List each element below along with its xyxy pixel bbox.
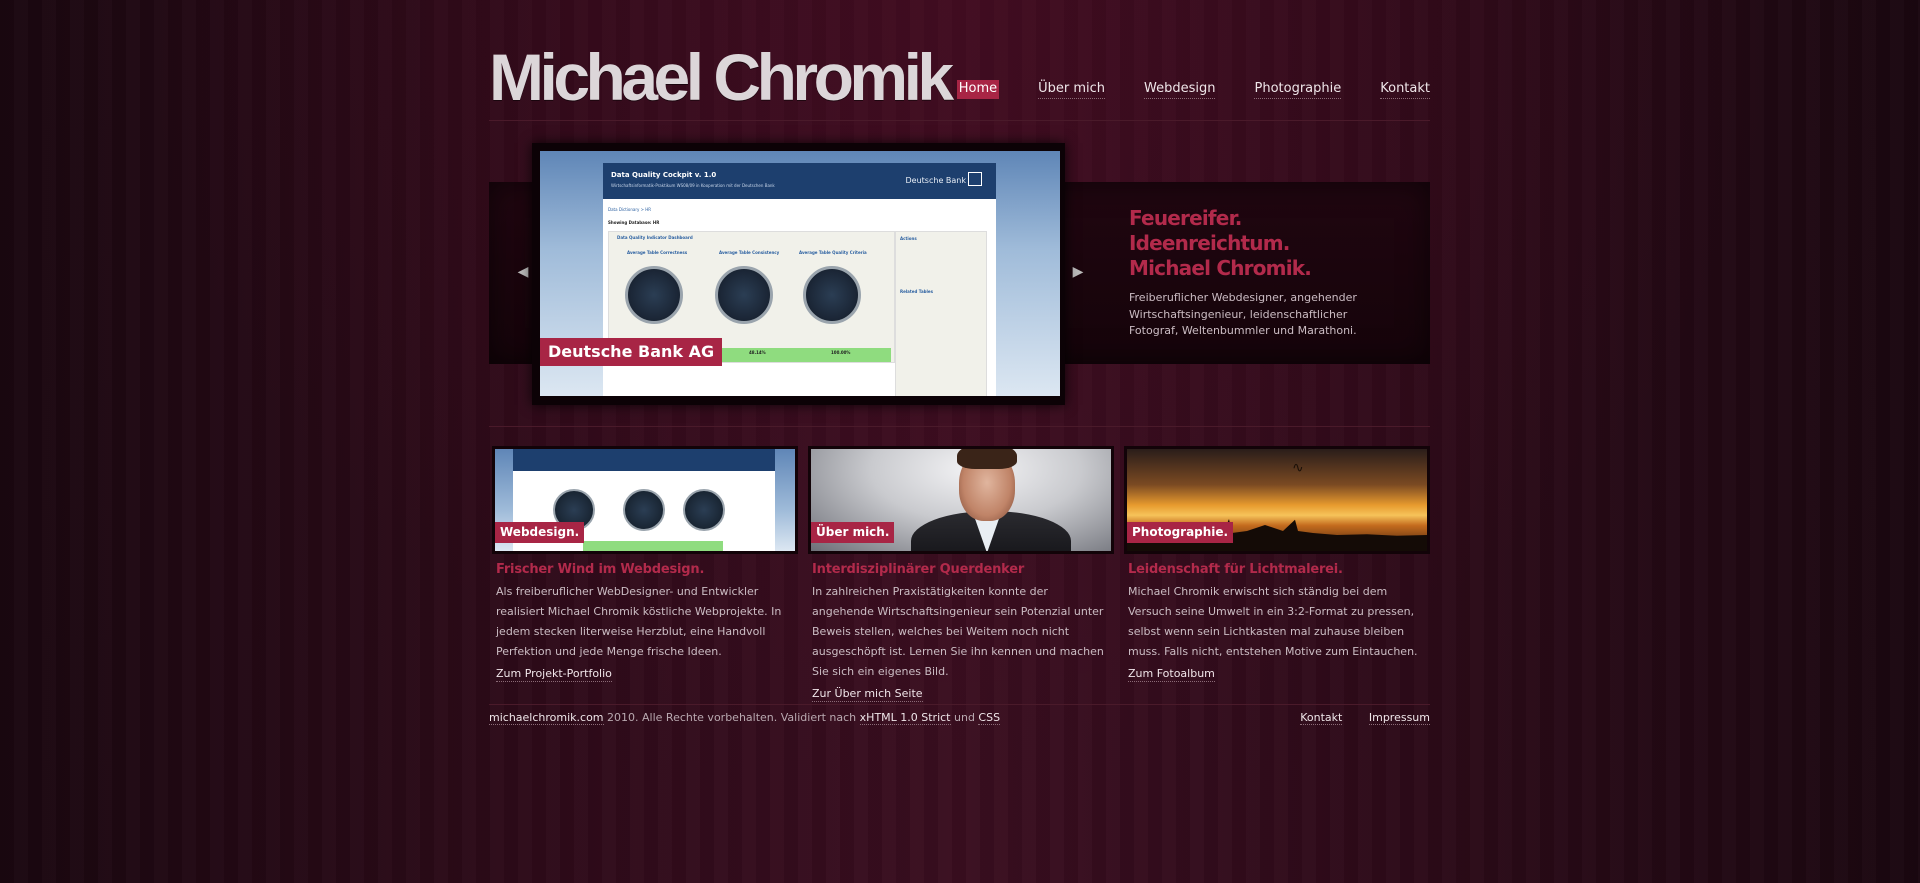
header-divider [489, 120, 1430, 121]
teaser-photographie: ∿ Photographie. Leidenschaft für Lichtma… [1124, 446, 1434, 682]
gauge-value: 48.14% [749, 350, 766, 355]
dashboard-header: Data Quality Cockpit v. 1.0 Wirtschaftsi… [603, 163, 996, 199]
slide-frame[interactable]: Data Quality Cockpit v. 1.0 Wirtschaftsi… [532, 143, 1065, 405]
headline-line: Feuereifer. [1129, 206, 1242, 230]
page-container: Michael Chromik Home Über mich Webdesign… [489, 0, 1430, 883]
teaser-text: In zahlreichen Praxistätigkeiten konnte … [812, 585, 1104, 678]
footer: michaelchromik.com 2010. Alle Rechte vor… [489, 711, 1430, 725]
dashboard-panel-title: Data Quality Indicator Dashboard [617, 235, 693, 240]
gauge-consistency-icon [715, 266, 773, 324]
teaser-ueber-mich: Über mich. Interdisziplinärer Querdenker… [808, 446, 1118, 702]
teaser-text: Michael Chromik erwischt sich ständig be… [1128, 585, 1418, 658]
dashboard-subtitle: Wirtschaftsinformatik-Praktikum WS08/09 … [611, 183, 775, 188]
footer-links: Kontakt Impressum [1277, 711, 1430, 725]
teaser-label: Webdesign. [495, 522, 585, 543]
nav-photographie[interactable]: Photographie [1254, 80, 1342, 99]
related-tables-title: Related Tables [900, 289, 933, 294]
nav-ueber-mich[interactable]: Über mich [1038, 80, 1106, 99]
teaser-thumbnail: Über mich. [811, 449, 1111, 551]
footer-copyright: 2010. Alle Rechte vorbehalten. Validiert… [603, 711, 860, 724]
teaser-thumbnail: Webdesign. [495, 449, 795, 551]
teaser-link-portfolio[interactable]: Zum Projekt-Portfolio [496, 667, 612, 682]
gauge-correctness-icon [625, 266, 683, 324]
nav-kontakt[interactable]: Kontakt [1380, 80, 1430, 99]
footer-css-link[interactable]: CSS [978, 711, 1001, 725]
arrow-right-icon[interactable]: ▶ [1069, 263, 1087, 281]
teaser-title: Interdisziplinärer Querdenker [812, 562, 1025, 577]
teaser-webdesign: Webdesign. Frischer Wind im Webdesign. A… [492, 446, 802, 682]
footer-site-link[interactable]: michaelchromik.com [489, 711, 604, 725]
site-logo[interactable]: Michael Chromik [489, 38, 954, 116]
footer-impressum-link[interactable]: Impressum [1368, 711, 1430, 725]
dashboard-breadcrumb: Data Dictionary > HR [608, 207, 652, 212]
teaser-link-fotoalbum[interactable]: Zum Fotoalbum [1128, 667, 1215, 682]
dashboard-side-panel: Actions Related Tables [895, 231, 987, 396]
dashboard-title: Data Quality Cockpit v. 1.0 [611, 171, 717, 179]
teaser-title: Leidenschaft für Lichtmalerei. [1128, 562, 1343, 577]
gauge-title: Average Table Consistency [719, 250, 780, 255]
gauge-value: 100.00% [831, 350, 851, 355]
teaser-thumbnail: ∿ Photographie. [1127, 449, 1427, 551]
dashboard-body: Data Dictionary > HR Showing Database: H… [608, 207, 991, 396]
portrait-hair [957, 449, 1017, 469]
teaser-thumb-frame[interactable]: Webdesign. [492, 446, 798, 554]
teaser-link-ueber-mich[interactable]: Zur Über mich Seite [812, 687, 923, 702]
deutsche-bank-logo-icon [968, 172, 982, 186]
gauge-quality-icon [803, 266, 861, 324]
teaser-label: Photographie. [1127, 522, 1234, 543]
side-panel-title: Actions [900, 236, 917, 241]
slide-label: Deutsche Bank AG [540, 338, 723, 366]
teaser-text: Als freiberuflicher WebDesigner- und Ent… [496, 585, 782, 658]
arrow-left-icon[interactable]: ◀ [514, 263, 532, 281]
footer-divider [489, 704, 1430, 705]
dashboard-database: Showing Database: HR [608, 220, 660, 225]
teaser-label: Über mich. [811, 522, 895, 543]
teaser-title: Frischer Wind im Webdesign. [496, 562, 705, 577]
mini-gauge-icon [683, 489, 725, 531]
mini-gauge-icon [623, 489, 665, 531]
nav-webdesign[interactable]: Webdesign [1144, 80, 1216, 99]
slider-divider [489, 426, 1430, 427]
footer-und: und [950, 711, 979, 724]
headline-line: Ideenreichtum. [1129, 231, 1290, 255]
mini-value-bar [583, 541, 723, 551]
gauge-title: Average Table Quality Criteria [799, 250, 867, 255]
footer-xhtml-link[interactable]: xHTML 1.0 Strict [859, 711, 951, 725]
bird-icon: ∿ [1292, 460, 1304, 476]
main-nav: Home Über mich Webdesign Photographie Ko… [956, 80, 1430, 99]
gauge-title: Average Table Correctness [627, 250, 688, 255]
dashboard-brand: Deutsche Bank [905, 176, 966, 185]
slide-image: Data Quality Cockpit v. 1.0 Wirtschaftsi… [540, 151, 1060, 396]
teaser-thumb-frame[interactable]: Über mich. [808, 446, 1114, 554]
headline-line: Michael Chromik. [1129, 256, 1312, 280]
nav-home[interactable]: Home [956, 80, 1000, 99]
slide-description: Freiberuflicher Webdesigner, angehender … [1129, 291, 1357, 337]
slide-headline: Feuereifer. Ideenreichtum. Michael Chrom… [1129, 206, 1419, 281]
teaser-thumb-frame[interactable]: ∿ Photographie. [1124, 446, 1430, 554]
footer-kontakt-link[interactable]: Kontakt [1300, 711, 1343, 725]
mini-dashboard-header [513, 449, 775, 471]
